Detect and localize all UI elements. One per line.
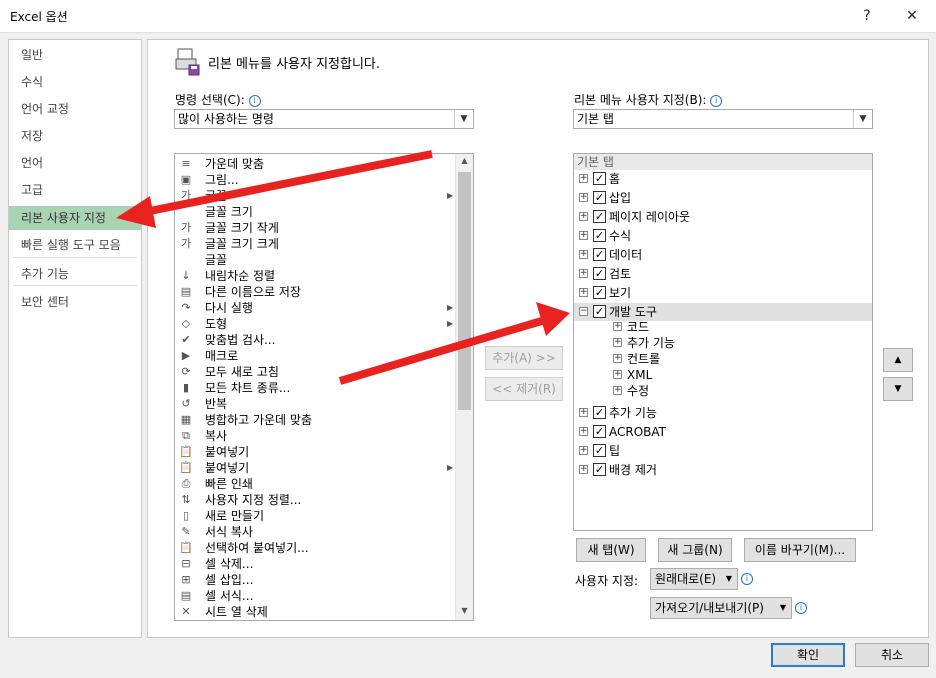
annotation-arrows (116, 150, 570, 385)
arrow-to-ribbon-customize (116, 150, 433, 228)
arrow-to-developer-tab (338, 302, 570, 385)
